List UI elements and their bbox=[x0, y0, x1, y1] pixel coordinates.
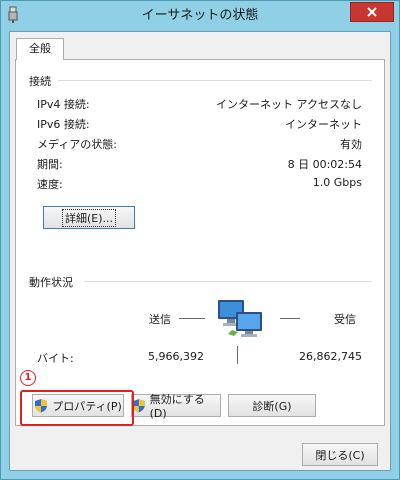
uac-shield-icon bbox=[132, 399, 145, 413]
received-bytes-value: 26,862,745 bbox=[299, 350, 362, 363]
general-tab-panel: 接続 IPv4 接続: インターネット アクセスなし IPv6 接続: インター… bbox=[15, 59, 385, 426]
disable-button[interactable]: 無効にする(D) bbox=[131, 393, 221, 420]
properties-highlight-box bbox=[20, 390, 134, 426]
sent-bytes-value: 5,966,392 bbox=[148, 350, 204, 363]
duration-label: 期間: bbox=[37, 158, 63, 171]
connection-divider bbox=[58, 80, 372, 81]
close-icon bbox=[367, 7, 377, 17]
received-label: 受信 bbox=[334, 313, 356, 326]
received-connector bbox=[280, 318, 300, 319]
ipv4-value: インターネット アクセスなし bbox=[216, 98, 362, 111]
disable-button-label: 無効にする(D) bbox=[149, 393, 205, 420]
close-window-button[interactable] bbox=[350, 2, 394, 22]
window-title: イーサネットの状態 bbox=[141, 8, 259, 23]
tab-general[interactable]: 全般 bbox=[16, 38, 64, 60]
ipv4-label: IPv4 接続: bbox=[37, 98, 90, 111]
diagnose-button-label: 診断(G) bbox=[252, 399, 292, 413]
network-computers-icon bbox=[218, 300, 262, 337]
activity-divider bbox=[84, 281, 372, 282]
sent-label: 送信 bbox=[149, 313, 171, 326]
bytes-separator bbox=[237, 346, 238, 364]
sent-connector bbox=[179, 318, 205, 319]
activity-heading: 動作状況 bbox=[29, 276, 73, 289]
details-button[interactable]: 詳細(E)... bbox=[43, 206, 135, 229]
ethernet-status-window: イーサネットの状態 全般 接続 IPv4 接続: インターネット アクセスなし … bbox=[0, 0, 400, 480]
duration-value: 8 日 00:02:54 bbox=[287, 158, 362, 171]
title-bar: イーサネットの状態 bbox=[1, 1, 399, 31]
speed-label: 速度: bbox=[37, 178, 63, 191]
details-button-label: 詳細(E)... bbox=[61, 208, 117, 227]
close-button[interactable]: 閉じる(C) bbox=[302, 443, 378, 466]
close-button-label: 閉じる(C) bbox=[315, 448, 365, 462]
media-state-value: 有効 bbox=[340, 138, 362, 151]
speed-value: 1.0 Gbps bbox=[312, 176, 362, 189]
ipv6-value: インターネット bbox=[285, 118, 362, 131]
connection-heading: 接続 bbox=[29, 75, 51, 88]
step-marker-1: 1 bbox=[20, 370, 36, 386]
diagnose-button[interactable]: 診断(G) bbox=[228, 394, 316, 417]
tab-general-label: 全般 bbox=[29, 42, 51, 55]
bytes-label: バイト: bbox=[37, 352, 74, 365]
ipv6-label: IPv6 接続: bbox=[37, 118, 90, 131]
media-state-label: メディアの状態: bbox=[37, 138, 117, 151]
dialog-client-area: 全般 接続 IPv4 接続: インターネット アクセスなし IPv6 接続: イ… bbox=[9, 31, 391, 471]
